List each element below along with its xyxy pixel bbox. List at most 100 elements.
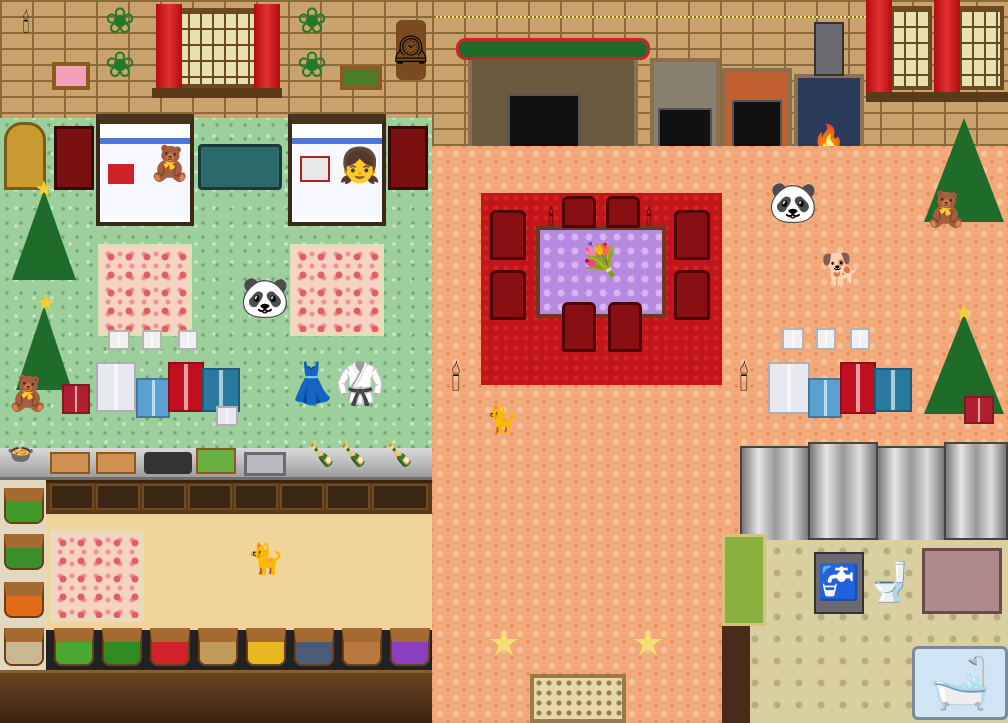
gift-box[interactable] [768, 362, 810, 414]
star-icon: ★ [34, 177, 54, 202]
teddy-bear-icon[interactable]: 🧸 [925, 190, 967, 230]
stove-chimney-pipe [814, 22, 844, 76]
shelf-cell-bottles[interactable] [234, 484, 278, 510]
wine-bottle-icon[interactable]: 🍾 [384, 436, 414, 472]
bedroom-window [172, 8, 264, 88]
cutting-board-fish[interactable] [96, 452, 136, 474]
christmas-tree-bedroom-top[interactable] [12, 190, 76, 280]
gift-box[interactable] [178, 330, 198, 350]
wall-clock-icon: 🕰 [393, 20, 429, 80]
produce-basket[interactable] [150, 628, 190, 666]
dining-chair[interactable] [490, 210, 526, 260]
flower-pot-stand [54, 126, 94, 190]
produce-basket[interactable] [294, 628, 334, 666]
folding-screen-panel [808, 442, 878, 540]
dining-chair[interactable] [490, 270, 526, 320]
teddy-bear-icon[interactable]: 🧸 [149, 144, 191, 184]
shelf-cell-jars[interactable] [142, 484, 186, 510]
toilet-icon[interactable]: 🚽 [866, 548, 913, 616]
robe-mannequin-icon[interactable]: 🥋 [335, 344, 385, 424]
produce-basket[interactable] [246, 628, 286, 666]
dress-mannequin-icon[interactable]: 👗 [287, 344, 337, 424]
gift-box[interactable] [964, 396, 994, 424]
gift-box[interactable] [136, 378, 170, 418]
stove-burners[interactable] [144, 452, 192, 474]
wine-bottle-icon[interactable]: 🍾 [338, 436, 368, 472]
shelf-cell-bowls[interactable] [96, 484, 140, 510]
gift-box[interactable] [874, 368, 912, 412]
produce-basket[interactable] [198, 628, 238, 666]
gift-box[interactable] [142, 330, 162, 350]
vanity-drawer[interactable] [922, 548, 1002, 614]
cat-character[interactable]: 🐈 [484, 404, 520, 436]
gift-box[interactable] [782, 328, 804, 350]
shelf-cell-pans[interactable] [372, 484, 428, 510]
bathtub-icon[interactable]: 🛁 [912, 646, 1008, 720]
star-lamp-icon[interactable]: ★ [628, 626, 668, 716]
floor-candelabra-icon[interactable]: 🕯 [436, 344, 476, 414]
panda-character[interactable]: 🐼 [240, 268, 290, 328]
gift-box[interactable] [808, 378, 842, 418]
floor-candelabra-icon[interactable]: 🕯 [724, 344, 764, 414]
dining-chair[interactable] [608, 302, 642, 352]
cutting-board-meat[interactable] [50, 452, 90, 474]
teddy-bear-icon[interactable]: 🧸 [7, 374, 49, 414]
gift-on-bed[interactable] [108, 164, 134, 184]
wreath-icon: ❀ [296, 45, 328, 86]
produce-basket[interactable] [342, 628, 382, 666]
wreath-icon: ❀ [104, 45, 136, 86]
window-sill [866, 92, 1008, 102]
wreath-icon: ❀ [104, 1, 136, 42]
bathroom-sink-icon[interactable]: 🚰 [814, 552, 864, 614]
gift-box[interactable] [96, 362, 136, 412]
flower-pot-stand [388, 126, 428, 190]
produce-basket[interactable] [4, 534, 44, 570]
produce-basket[interactable] [102, 628, 142, 666]
window-candle-shelf [152, 88, 282, 98]
gift-box[interactable] [168, 362, 204, 412]
star-icon: ★ [36, 291, 56, 316]
doll-icon[interactable]: 👧 [339, 146, 381, 186]
folding-screen-panel [740, 446, 810, 544]
tea-table[interactable] [198, 144, 282, 190]
dining-chair[interactable] [674, 270, 710, 320]
wreath-icon: ❀ [296, 1, 328, 42]
shelf-cell-spices[interactable] [326, 484, 370, 510]
dining-chair[interactable] [562, 302, 596, 352]
entrance-doormat[interactable] [530, 674, 626, 723]
white-cat-character[interactable]: 🐈 [246, 540, 286, 580]
pot-icon[interactable]: 🍲 [6, 438, 36, 468]
dining-chair[interactable] [562, 196, 596, 228]
gift-box[interactable] [850, 328, 870, 350]
living-room-curtain [934, 0, 960, 96]
dining-chair[interactable] [606, 196, 640, 228]
produce-basket[interactable] [54, 628, 94, 666]
folding-screen-panel [944, 442, 1008, 540]
gift-box[interactable] [108, 330, 130, 350]
gift-box[interactable] [840, 362, 876, 414]
shelf-cell-jars[interactable] [188, 484, 232, 510]
panda-character[interactable]: 🐼 [768, 172, 818, 234]
gift-box[interactable] [216, 406, 238, 426]
gift-box[interactable] [816, 328, 836, 350]
star-lamp-icon[interactable]: ★ [484, 626, 524, 716]
produce-basket[interactable] [390, 628, 430, 666]
wine-bottle-icon[interactable]: 🍾 [306, 436, 336, 472]
produce-basket[interactable] [4, 628, 44, 666]
kitchen-sink[interactable] [244, 452, 286, 476]
star-icon: ★ [954, 301, 974, 326]
gift-on-bed[interactable] [300, 156, 330, 182]
produce-basket[interactable] [4, 582, 44, 618]
gift-box[interactable] [62, 384, 90, 414]
produce-basket[interactable] [4, 488, 44, 524]
kitchen-rug [50, 530, 144, 622]
garland-mantel [456, 38, 650, 60]
bedroom-curtain-right [254, 4, 280, 94]
shelf-cell-plates[interactable] [50, 484, 94, 510]
shelf-cell-bottles[interactable] [280, 484, 324, 510]
dining-chair[interactable] [674, 210, 710, 260]
living-room-curtain [866, 0, 892, 96]
dog-character[interactable]: 🐕 [818, 250, 864, 290]
candelabra-icon: 🕯 [547, 206, 555, 231]
cutting-board-vegetables[interactable] [196, 448, 236, 474]
